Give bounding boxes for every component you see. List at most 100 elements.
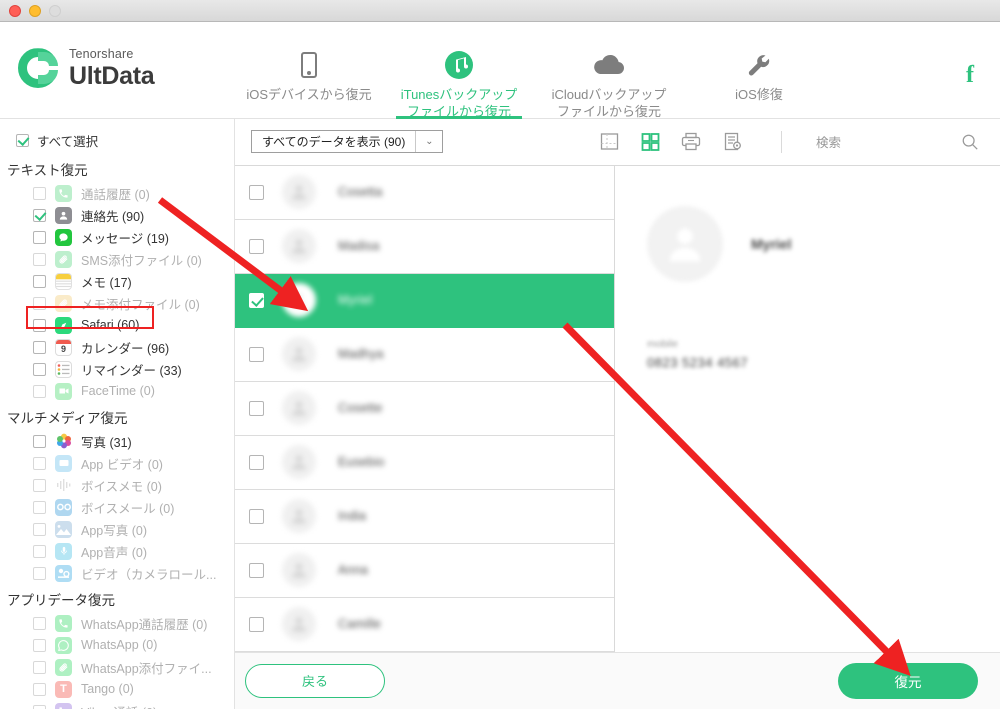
chevron-down-icon[interactable]: ⌄ (415, 131, 442, 153)
whatsapp-checkbox[interactable] (33, 638, 46, 652)
list-view-icon[interactable] (599, 131, 620, 152)
sidebar-item-app-audio[interactable]: App音声 (0) (0, 540, 234, 562)
notes-checkbox[interactable] (33, 274, 46, 288)
sidebar-item-viber-calls[interactable]: Viber 通話 (0) (0, 700, 234, 709)
data-filter-dropdown[interactable]: すべてのデータを表示 (90) ⌄ (251, 130, 444, 154)
notes-attachment-icon (55, 294, 72, 312)
back-button[interactable]: 戻る (245, 663, 385, 698)
sidebar-item-photos[interactable]: 写真 (31) (0, 430, 234, 452)
select-all-checkbox[interactable] (16, 134, 29, 147)
row-checkbox[interactable] (249, 562, 264, 578)
sidebar-item-app-video[interactable]: App ビデオ (0) (0, 452, 234, 474)
app-audio-checkbox[interactable] (33, 544, 46, 558)
voicemail-checkbox[interactable] (33, 500, 46, 514)
tango-icon: T (55, 680, 72, 698)
voice-memo-checkbox[interactable] (33, 478, 46, 492)
sidebar-item-camera-roll-video[interactable]: ビデオ（カメラロール... (0, 562, 234, 584)
table-row[interactable]: India (235, 490, 614, 544)
row-checkbox[interactable] (249, 346, 264, 362)
tab-ios-device-recovery[interactable]: iOSデバイスから復元 (234, 22, 384, 119)
tab-itunes-backup-label-line1: iTunesバックアップ (400, 87, 518, 102)
tango-checkbox[interactable] (33, 682, 46, 696)
tab-icloud-backup-label-line1: iCloudバックアップ (551, 87, 667, 102)
sidebar-item-voicemail[interactable]: ボイスメール (0) (0, 496, 234, 518)
sidebar-item-notes-attachments[interactable]: メモ添付ファイル (0) (0, 292, 234, 314)
export-settings-icon[interactable] (722, 131, 743, 152)
sms-attachment-checkbox[interactable] (33, 252, 46, 266)
row-checkbox[interactable] (249, 400, 264, 416)
app-photo-checkbox[interactable] (33, 522, 46, 536)
printer-icon[interactable] (681, 131, 702, 152)
sidebar-item-contacts[interactable]: 連絡先 (90) (0, 204, 234, 226)
safari-checkbox[interactable] (33, 318, 46, 332)
sidebar-item-sms-attachments[interactable]: SMS添付ファイル (0) (0, 248, 234, 270)
select-all-row[interactable]: すべて選択 (0, 127, 234, 154)
close-window-button[interactable] (9, 4, 21, 17)
avatar (282, 337, 316, 372)
notes-attachment-checkbox[interactable] (33, 296, 46, 310)
sidebar-item-label: ボイスメール (0) (81, 501, 175, 516)
calendar-icon: 9 (55, 338, 72, 356)
camera-roll-video-checkbox[interactable] (33, 566, 46, 580)
table-row[interactable]: Anna (235, 544, 614, 598)
sidebar-item-calendar[interactable]: 9 カレンダー (96) (0, 336, 234, 358)
whatsapp-attachment-checkbox[interactable] (33, 660, 46, 674)
restore-button[interactable]: 復元 (838, 662, 978, 699)
tab-icloud-backup-recovery[interactable]: iCloudバックアップ ファイルから復元 (534, 22, 684, 119)
table-row[interactable]: Camille (235, 598, 614, 652)
sidebar-item-whatsapp-calls[interactable]: WhatsApp通話履歴 (0) (0, 612, 234, 634)
sidebar-item-notes[interactable]: メモ (17) (0, 270, 234, 292)
row-checkbox[interactable] (249, 184, 264, 200)
call-history-checkbox[interactable] (33, 186, 46, 200)
tab-itunes-backup-recovery[interactable]: iTunesバックアップ ファイルから復元 (384, 22, 534, 119)
table-row[interactable]: Cosetta (235, 166, 614, 220)
table-row[interactable]: Madhya (235, 328, 614, 382)
facetime-checkbox[interactable] (33, 384, 46, 398)
app-video-checkbox[interactable] (33, 456, 46, 470)
whatsapp-call-checkbox[interactable] (33, 616, 46, 630)
table-row[interactable]: Eusebio (235, 436, 614, 490)
zoom-window-button[interactable] (49, 4, 61, 17)
contact-list[interactable]: Cosetta Madisa Myriel Madhya Cosette Eus… (235, 165, 615, 652)
row-checkbox[interactable] (249, 616, 264, 632)
contact-name: Anna (338, 563, 368, 578)
search-icon[interactable] (959, 131, 980, 152)
reminders-icon (55, 360, 72, 378)
sidebar-item-safari[interactable]: Safari (60) (0, 314, 234, 336)
photos-checkbox[interactable] (33, 434, 46, 448)
row-checkbox[interactable] (249, 292, 264, 308)
sidebar-item-call-history[interactable]: 通話履歴 (0) (0, 182, 234, 204)
minimize-window-button[interactable] (29, 4, 41, 17)
messages-checkbox[interactable] (33, 230, 46, 244)
iphone-icon (234, 48, 384, 82)
sidebar-item-tango[interactable]: T Tango (0) (0, 678, 234, 700)
sidebar-item-label: メッセージ (19) (81, 231, 169, 246)
sidebar-item-whatsapp[interactable]: WhatsApp (0) (0, 634, 234, 656)
table-row[interactable]: Madisa (235, 220, 614, 274)
select-all-label: すべて選択 (37, 135, 99, 149)
row-checkbox[interactable] (249, 238, 264, 254)
tab-ios-repair[interactable]: iOS修復 (684, 22, 834, 119)
facebook-icon[interactable]: f (966, 62, 974, 89)
row-checkbox[interactable] (249, 508, 264, 524)
detail-field-value: 0823 5234 4567 (647, 354, 748, 370)
sidebar-item-app-photo[interactable]: App写真 (0) (0, 518, 234, 540)
reminders-checkbox[interactable] (33, 362, 46, 376)
table-row[interactable]: Cosette (235, 382, 614, 436)
grid-view-icon[interactable] (640, 131, 661, 152)
wrench-icon (684, 48, 834, 82)
contacts-checkbox[interactable] (33, 208, 46, 222)
sidebar-item-messages[interactable]: メッセージ (19) (0, 226, 234, 248)
sidebar-item-voice-memo[interactable]: ボイスメモ (0) (0, 474, 234, 496)
main-content: すべてのデータを表示 (90) ⌄ 検索 Cosetta Madisa Myri… (235, 119, 1000, 709)
calendar-checkbox[interactable] (33, 340, 46, 354)
sidebar-item-whatsapp-attachments[interactable]: WhatsApp添付ファイ... (0, 656, 234, 678)
app-body: すべて選択 テキスト復元 通話履歴 (0) 連絡先 (90) メッセージ (19… (0, 119, 1000, 709)
contact-name: Myriel (338, 293, 373, 308)
toolbar-divider (780, 130, 782, 153)
sidebar-item-facetime[interactable]: FaceTime (0) (0, 380, 234, 402)
table-row-selected[interactable]: Myriel (235, 273, 614, 328)
sidebar-item-reminders[interactable]: リマインダー (33) (0, 358, 234, 380)
row-checkbox[interactable] (249, 454, 264, 470)
viber-call-checkbox[interactable] (33, 704, 46, 709)
